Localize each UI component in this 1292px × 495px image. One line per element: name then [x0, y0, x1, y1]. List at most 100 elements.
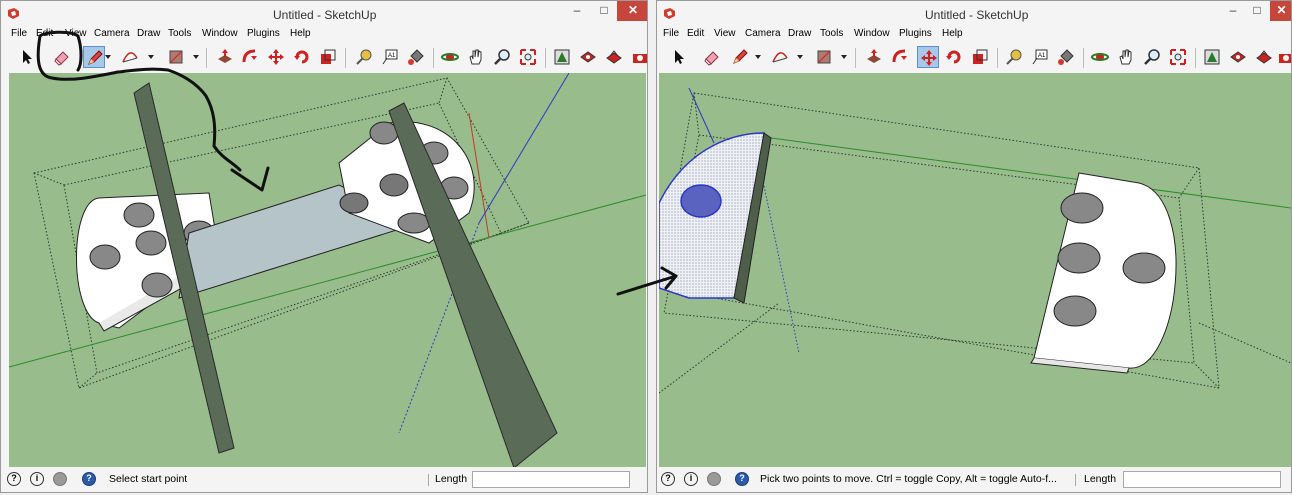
components-tool[interactable] [1201, 46, 1223, 68]
move-tool[interactable] [917, 46, 939, 68]
menu-edit[interactable]: Edit [36, 28, 53, 39]
geo-location-icon[interactable]: ? [7, 472, 21, 486]
window-title: Untitled - SketchUp [273, 8, 377, 22]
menu-window[interactable]: Window [202, 28, 238, 39]
styles-tool-2[interactable] [629, 46, 647, 68]
menu-help[interactable]: Help [290, 28, 311, 39]
credits-icon[interactable]: i [30, 472, 44, 486]
length-input[interactable] [1123, 471, 1281, 488]
styles-icon [1256, 50, 1272, 64]
text-icon: A1 [382, 49, 398, 65]
components-tool[interactable] [551, 46, 573, 68]
pencil-tool[interactable] [729, 46, 751, 68]
text-tool[interactable]: A1 [1029, 46, 1051, 68]
orbit-tool[interactable] [439, 46, 461, 68]
styles-tool[interactable] [1253, 46, 1275, 68]
menu-camera[interactable]: Camera [745, 28, 781, 39]
maximize-button[interactable]: □ [591, 1, 617, 21]
materials-icon [1230, 51, 1246, 63]
menu-view[interactable]: View [65, 28, 87, 39]
move-tool[interactable] [265, 46, 287, 68]
menu-edit[interactable]: Edit [687, 28, 704, 39]
menu-window[interactable]: Window [854, 28, 890, 39]
scale-tool[interactable] [317, 46, 339, 68]
credits-icon[interactable]: i [684, 472, 698, 486]
paint-bucket-tool[interactable] [405, 46, 427, 68]
arc-dropdown[interactable] [148, 55, 154, 59]
followme-tool[interactable] [239, 46, 261, 68]
rectangle-dropdown[interactable] [193, 55, 199, 59]
menu-tools[interactable]: Tools [820, 28, 843, 39]
arc-tool[interactable] [769, 46, 791, 68]
close-button[interactable]: ✕ [617, 1, 647, 21]
zoom-tool[interactable] [491, 46, 513, 68]
pencil-dropdown[interactable] [105, 55, 111, 59]
pencil-dropdown[interactable] [755, 55, 761, 59]
model-viewport[interactable] [659, 73, 1291, 467]
model-scene [659, 87, 1291, 394]
arc-dropdown[interactable] [797, 55, 803, 59]
rotate-tool[interactable] [291, 46, 313, 68]
materials-tool[interactable] [1227, 46, 1249, 68]
help-icon[interactable]: ? [735, 472, 749, 486]
select-icon [675, 50, 684, 64]
user-icon[interactable] [707, 472, 721, 486]
user-icon[interactable] [53, 472, 67, 486]
help-icon[interactable]: ? [82, 472, 96, 486]
move-icon [921, 50, 937, 66]
followme-tool[interactable] [889, 46, 911, 68]
status-text: Select start point [109, 473, 188, 485]
rectangle-tool[interactable] [165, 46, 187, 68]
menu-draw[interactable]: Draw [788, 28, 811, 39]
tape-measure-tool[interactable] [353, 46, 375, 68]
zoom-extents-tool[interactable] [1167, 46, 1189, 68]
orbit-tool[interactable] [1089, 46, 1111, 68]
menu-plugins[interactable]: Plugins [247, 28, 280, 39]
styles-tool[interactable] [603, 46, 625, 68]
menu-file[interactable]: File [663, 28, 679, 39]
styles-tool-2[interactable] [1275, 46, 1291, 68]
menu-camera[interactable]: Camera [94, 28, 130, 39]
menu-view[interactable]: View [714, 28, 736, 39]
menu-draw[interactable]: Draw [137, 28, 160, 39]
eraser-tool[interactable] [51, 46, 73, 68]
menu-file[interactable]: File [11, 28, 27, 39]
tape-measure-tool[interactable] [1003, 46, 1025, 68]
arc-tool[interactable] [119, 46, 141, 68]
rectangle-tool[interactable] [813, 46, 835, 68]
scale-tool[interactable] [969, 46, 991, 68]
length-label: Length [1084, 473, 1117, 485]
title-bar[interactable]: Untitled - SketchUp – □ ✕ [1, 1, 647, 28]
styles-icon [606, 50, 622, 64]
zoom-tool[interactable] [1141, 46, 1163, 68]
menu-plugins[interactable]: Plugins [899, 28, 932, 39]
pushpull-tool[interactable] [214, 46, 236, 68]
menu-help[interactable]: Help [942, 28, 963, 39]
status-bar: ? i ? Pick two points to move. Ctrl = to… [657, 468, 1291, 492]
pencil-tool[interactable] [83, 46, 105, 68]
minimize-button[interactable]: – [1220, 1, 1246, 21]
pan-tool[interactable] [465, 46, 487, 68]
materials-tool[interactable] [577, 46, 599, 68]
paint-bucket-tool[interactable] [1055, 46, 1077, 68]
model-viewport[interactable] [9, 73, 646, 467]
minimize-button[interactable]: – [564, 1, 590, 21]
pan-tool[interactable] [1115, 46, 1137, 68]
sketchup-window-left: Untitled - SketchUp – □ ✕ File Edit View… [0, 0, 648, 493]
zoom-extents-tool[interactable] [517, 46, 539, 68]
camera-icon [633, 54, 647, 63]
eraser-tool[interactable] [701, 46, 723, 68]
text-tool[interactable]: A1 [379, 46, 401, 68]
length-input[interactable] [472, 471, 630, 488]
select-tool[interactable] [15, 46, 37, 68]
rectangle-dropdown[interactable] [841, 55, 847, 59]
rotate-tool[interactable] [943, 46, 965, 68]
title-bar[interactable]: Untitled - SketchUp – □ ✕ [657, 1, 1291, 28]
menu-tools[interactable]: Tools [168, 28, 191, 39]
pushpull-tool[interactable] [863, 46, 885, 68]
close-button[interactable]: ✕ [1270, 1, 1291, 21]
maximize-button[interactable]: □ [1244, 1, 1270, 21]
geo-location-icon[interactable]: ? [661, 472, 675, 486]
scale-icon [321, 49, 336, 64]
select-tool[interactable] [667, 46, 689, 68]
